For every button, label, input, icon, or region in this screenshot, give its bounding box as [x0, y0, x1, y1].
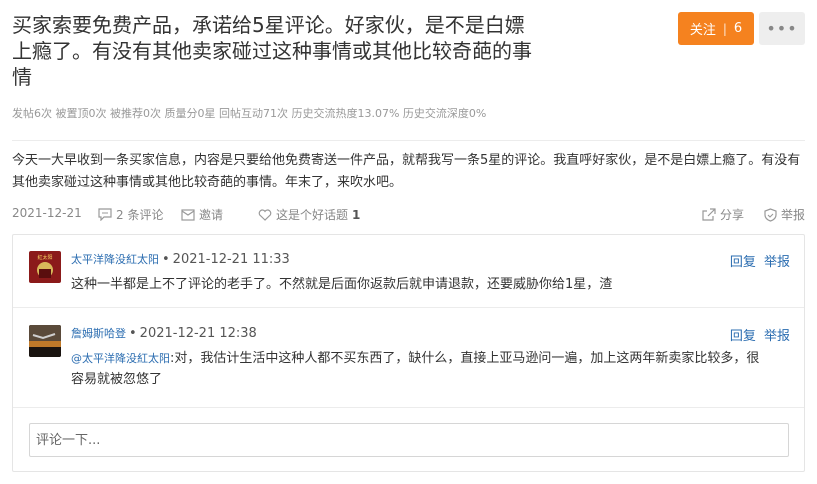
comment-text: @太平洋降没紅太阳:对，我估计生活中这种人都不买东西了，缺什么，直接上亚马逊问一… [71, 348, 770, 390]
comments-panel: 紅太阳 太平洋降没紅太阳 • 2021-12-21 11:33 回复 举报 这种一半… [12, 234, 805, 472]
post-date: 2021-12-21 [12, 206, 82, 220]
good-question-count: 1 [352, 207, 361, 222]
comment-report-button[interactable]: 举报 [764, 329, 790, 344]
share-label: 分享 [720, 208, 745, 222]
header-divider [12, 140, 805, 141]
good-question-button[interactable]: 这是个好话题 1 [258, 206, 360, 223]
author-stats: 发帖6次 被置顶0次 被推荐0次 质量分0星 回帖互动71次 历史交流热度13.… [12, 107, 487, 120]
comment-item: 紅太阳 太平洋降没紅太阳 • 2021-12-21 11:33 回复 举报 这种一半… [29, 251, 790, 301]
comments-button[interactable]: 2 条评论 [98, 206, 163, 223]
comment-ops: 回复 举报 [726, 251, 790, 270]
comment-input[interactable] [29, 423, 789, 457]
follow-count: 6 [733, 21, 743, 36]
comment-ops: 回复 举报 [726, 325, 790, 344]
comment-username[interactable]: 詹姆斯哈登 [71, 327, 126, 340]
comment-report-button[interactable]: 举报 [764, 255, 790, 270]
avatar-image: 紅太阳 [29, 251, 61, 283]
mention-link[interactable]: @太平洋降没紅太阳 [71, 352, 170, 365]
post-actions-bar: 2021-12-21 2 条评论 邀请 这是个好话题 1 分享 举报 [12, 206, 805, 224]
post-content: 今天一大早收到一条买家信息，内容是只要给他免费寄送一件产品，就帮我写一条5星的评… [12, 153, 801, 190]
follow-separator: | [722, 21, 727, 36]
avatar-image [29, 325, 61, 357]
more-options-button[interactable]: ••• [759, 12, 805, 45]
reply-button[interactable]: 回复 [730, 329, 756, 344]
report-label: 举报 [781, 208, 806, 222]
invite-label: 邀请 [199, 208, 224, 222]
comment-icon [98, 208, 112, 221]
comment-text-body: :对，我估计生活中这种人都不买东西了，缺什么，直接上亚马逊问一遍，加上这两年新卖… [71, 351, 760, 387]
comment-divider [13, 407, 804, 408]
avatar[interactable]: 紅太阳 [29, 251, 61, 283]
mail-icon [181, 208, 195, 221]
share-button[interactable]: 分享 [702, 206, 744, 223]
follow-label: 关注 [689, 23, 716, 38]
shield-icon [764, 207, 777, 222]
share-icon [702, 208, 716, 221]
good-question-label: 这是个好话题 [276, 208, 349, 222]
reply-button[interactable]: 回复 [730, 255, 756, 270]
heart-icon [258, 208, 272, 221]
comment-divider [13, 307, 804, 308]
post-title: 买家索要免费产品，承诺给5星评论。好家伙，是不是白嫖上瘾了。有没有其他卖家碰过这… [12, 13, 532, 89]
avatar-logo-text: 紅太阳 [37, 254, 52, 261]
header-dot: • [162, 252, 170, 267]
follow-button[interactable]: 关注 | 6 [678, 12, 754, 45]
comment-item: 詹姆斯哈登 • 2021-12-21 12:38 回复 举报 @太平洋降没紅太阳:对… [29, 325, 790, 395]
header-dot: • [129, 326, 137, 341]
avatar[interactable] [29, 325, 61, 357]
comment-text: 这种一半都是上不了评论的老手了。不然就是后面你返款后就申请退款，还要威胁你给1星… [71, 277, 613, 292]
report-button[interactable]: 举报 [764, 206, 805, 223]
comment-username[interactable]: 太平洋降没紅太阳 [71, 253, 159, 266]
comments-count-label: 2 条评论 [116, 208, 164, 222]
comment-time: 2021-12-21 11:33 [172, 252, 290, 267]
comment-header: 詹姆斯哈登 • 2021-12-21 12:38 [71, 325, 257, 341]
comment-time: 2021-12-21 12:38 [139, 326, 257, 341]
invite-button[interactable]: 邀请 [181, 206, 223, 223]
comment-header: 太平洋降没紅太阳 • 2021-12-21 11:33 [71, 251, 290, 267]
